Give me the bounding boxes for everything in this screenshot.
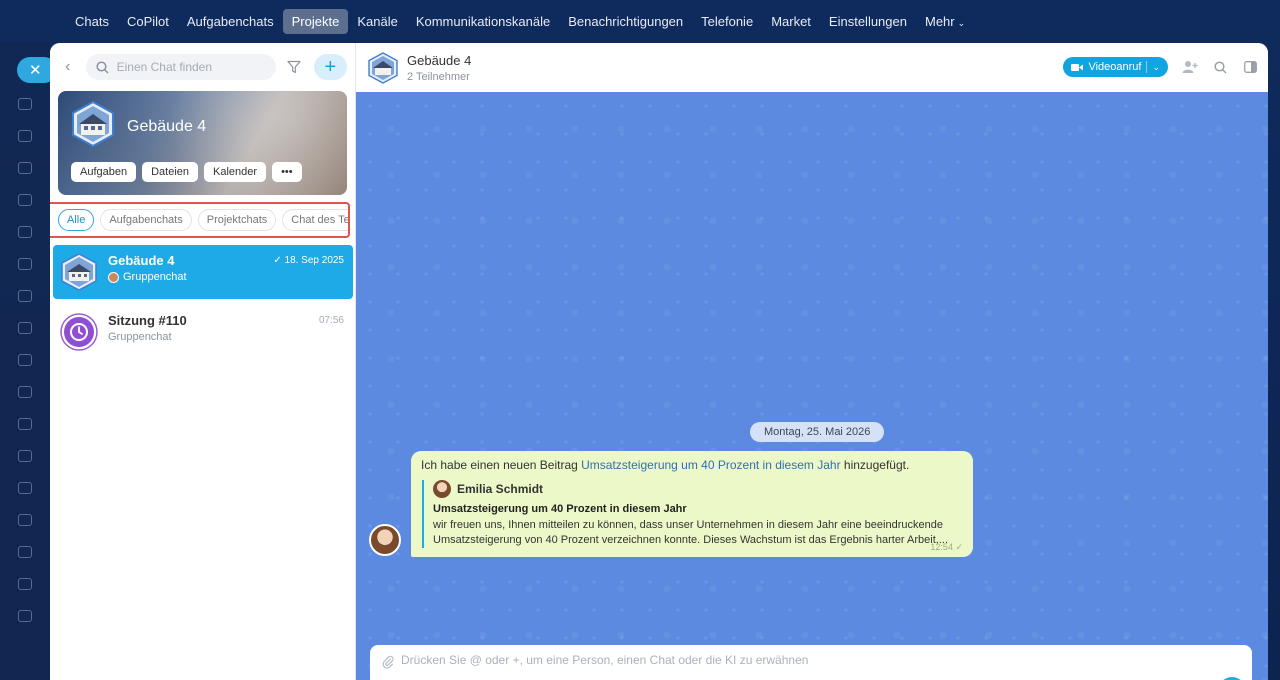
search-row: ‹ + (50, 43, 355, 91)
chat-header: Gebäude 4 2 Teilnehmer Videoanruf ⌄ (356, 43, 1268, 92)
more-button[interactable]: ••• (272, 162, 302, 182)
menu-icon (18, 226, 32, 238)
user-avatar (108, 271, 119, 283)
nav-telefonie[interactable]: Telefonie (692, 9, 762, 34)
tasks-button[interactable]: Aufgaben (71, 162, 137, 182)
nav-mehr-label: Mehr (924, 13, 955, 29)
conversation-pane: Gebäude 4 2 Teilnehmer Videoanruf ⌄ Mont… (356, 43, 1268, 680)
paperclip-icon[interactable] (382, 655, 394, 669)
nav-einstellungen[interactable]: Einstellungen (820, 9, 916, 34)
quoted-post[interactable]: Emilia Schmidt Umsatzsteigerung um 40 Pr… (422, 480, 963, 548)
post-link[interactable]: Umsatzsteigerung um 40 Prozent in diesem… (581, 458, 840, 472)
menu-icon (18, 130, 32, 142)
project-avatar (72, 101, 114, 147)
nav-copilot[interactable]: CoPilot (118, 9, 178, 34)
nav-aufgabenchats[interactable]: Aufgabenchats (178, 9, 283, 34)
search-icon[interactable] (1212, 59, 1228, 75)
avatar[interactable] (369, 524, 401, 556)
chat-time: ✓ 18. Sep 2025 (273, 255, 344, 266)
nav-kommunikationskanaele[interactable]: Kommunikationskanäle (407, 9, 559, 34)
nav-benachrichtigungen[interactable]: Benachrichtigungen (559, 9, 692, 34)
date-divider: Montag, 25. Mai 2026 (750, 422, 885, 442)
chat-filter-tabs: Alle Aufgabenchats Projektchats Chat des… (50, 202, 350, 238)
search-input[interactable] (116, 60, 267, 74)
project-actions: Aufgaben Dateien Kalender ••• (71, 162, 302, 182)
menu-icon (18, 546, 32, 558)
chat-item-gebaeude-4[interactable]: Gebäude 4 Gruppenchat ✓ 18. Sep 2025 (53, 245, 353, 299)
calendar-button[interactable]: Kalender (204, 162, 267, 182)
chat-subtitle-text: Gruppenchat (123, 271, 187, 283)
search-box[interactable] (85, 54, 277, 80)
tab-aufgabenchats[interactable]: Aufgabenchats (100, 209, 192, 231)
filter-button[interactable] (284, 57, 304, 77)
chat-title[interactable]: Gebäude 4 (407, 53, 471, 68)
menu-icon (18, 162, 32, 174)
project-card: Gebäude 4 Aufgaben Dateien Kalender ••• (58, 91, 347, 195)
chat-name: Sitzung #110 (108, 313, 187, 328)
message-area[interactable]: Montag, 25. Mai 2026 Ich habe einen neue… (356, 92, 1268, 680)
divider (1146, 61, 1148, 73)
menu-icon (18, 194, 32, 206)
chat-item-sitzung-110[interactable]: Sitzung #110 Gruppenchat 07:56 (53, 305, 353, 359)
nav-market[interactable]: Market (762, 9, 820, 34)
video-icon (1071, 63, 1084, 71)
tab-projektchats[interactable]: Projektchats (197, 209, 277, 231)
menu-icon (18, 322, 32, 334)
meeting-icon (60, 313, 98, 351)
quote-author: Emilia Schmidt (433, 480, 963, 498)
nav-chats[interactable]: Chats (66, 9, 118, 34)
message-composer (370, 645, 1252, 680)
chat-sidebar: ‹ + Gebäude 4 Aufgaben (50, 43, 356, 680)
search-icon (96, 60, 109, 74)
menu-icon (18, 354, 32, 366)
menu-icon (18, 290, 32, 302)
nav-mehr[interactable]: Mehr ⌄ (916, 9, 974, 34)
quote-author-name: Emilia Schmidt (457, 482, 544, 496)
chevron-down-icon[interactable]: ⌄ (1152, 62, 1160, 73)
menu-icon (18, 98, 32, 110)
nav-projekte[interactable]: Projekte (282, 8, 349, 34)
menu-icon (18, 514, 32, 526)
video-call-button[interactable]: Videoanruf ⌄ (1063, 57, 1168, 77)
menu-icon (18, 258, 32, 270)
nav-kanaele[interactable]: Kanäle (348, 9, 406, 34)
add-user-icon[interactable] (1182, 59, 1198, 75)
chat-list: Gebäude 4 Gruppenchat ✓ 18. Sep 2025 Sit… (50, 243, 356, 365)
message-suffix: hinzugefügt. (840, 458, 910, 472)
top-navigation: Chats CoPilot Aufgabenchats Projekte Kan… (0, 0, 1280, 42)
chat-avatar[interactable] (367, 51, 399, 84)
message-time: 12:54 ✓ (930, 542, 963, 552)
tab-team-chat[interactable]: Chat des Te (282, 209, 348, 231)
close-icon: ✕ (29, 62, 42, 79)
menu-icon (18, 578, 32, 590)
menu-icon (18, 450, 32, 462)
chat-avatar (61, 253, 97, 291)
chat-subtitle: Gruppenchat (108, 331, 172, 343)
menu-icon (18, 386, 32, 398)
back-chevron-icon[interactable]: ‹ (58, 58, 78, 76)
messenger-window: ‹ + Gebäude 4 Aufgaben (50, 43, 1268, 680)
chat-subtitle: Gruppenchat (108, 271, 187, 283)
sidebar-toggle-icon[interactable] (1242, 59, 1258, 75)
project-title: Gebäude 4 (127, 118, 207, 135)
tab-alle[interactable]: Alle (58, 209, 95, 231)
quote-text: wir freuen uns, Ihnen mitteilen zu könne… (433, 519, 949, 546)
chevron-down-icon: ⌄ (957, 17, 966, 28)
chat-name: Gebäude 4 (108, 253, 175, 268)
add-chat-button[interactable]: + (313, 54, 347, 80)
message-prefix: Ich habe einen neuen Beitrag (421, 458, 582, 472)
files-button[interactable]: Dateien (142, 162, 199, 182)
menu-icon (18, 482, 32, 494)
chat-time: 07:56 (318, 315, 344, 326)
message-bubble[interactable]: Ich habe einen neuen Beitrag Umsatzsteig… (411, 451, 973, 557)
menu-icon (18, 418, 32, 430)
message-input[interactable] (401, 653, 1001, 667)
video-call-label: Videoanruf (1088, 61, 1142, 73)
menu-icon (18, 610, 32, 622)
filter-icon (287, 60, 301, 74)
avatar (433, 480, 451, 498)
quote-title: Umsatzsteigerung um 40 Prozent in diesem… (433, 503, 687, 515)
participants-count[interactable]: 2 Teilnehmer (407, 71, 471, 83)
message-text: Ich habe einen neuen Beitrag Umsatzsteig… (421, 458, 963, 472)
